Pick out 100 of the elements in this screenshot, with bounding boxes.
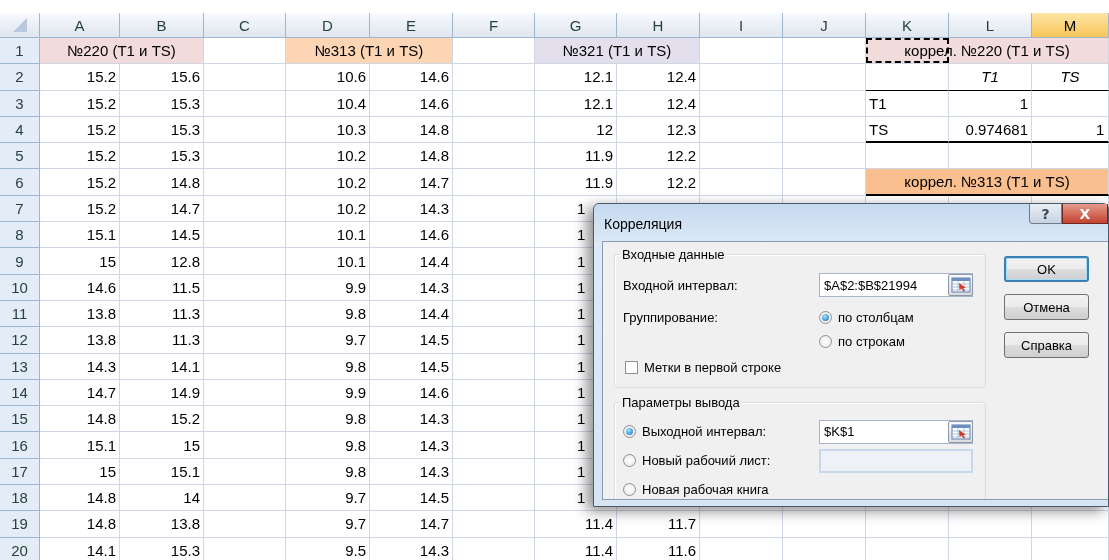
row-header[interactable]: 19: [0, 511, 40, 538]
range-select-button[interactable]: [948, 420, 973, 443]
radio-button[interactable]: [819, 334, 832, 348]
table-cell: 15.1: [170, 462, 200, 480]
table-cell: 15.3: [170, 94, 200, 112]
column-header[interactable]: A: [40, 13, 120, 38]
table-cell: 10.6: [336, 68, 366, 86]
table-cell: 10.4: [336, 94, 366, 112]
table-cell: 1: [577, 462, 586, 480]
help-button[interactable]: ?: [1029, 204, 1062, 224]
table-cell: 14.8: [170, 173, 200, 191]
table-cell: 1: [1096, 120, 1105, 138]
row-header[interactable]: 12: [0, 327, 40, 354]
table-cell: 14.8: [419, 121, 449, 139]
row-header[interactable]: 20: [0, 537, 40, 560]
table-cell: 9.8: [345, 462, 366, 480]
radio-label[interactable]: Выходной интервал:: [642, 424, 767, 439]
table-cell: 14.3: [86, 357, 116, 375]
table-cell: 14.6: [419, 68, 449, 86]
radio-button[interactable]: [623, 454, 636, 467]
table-cell: 11.3: [171, 305, 200, 323]
row-header[interactable]: 6: [0, 169, 40, 196]
table-cell: 14.4: [419, 252, 449, 270]
row-header[interactable]: 17: [0, 458, 40, 486]
merged-heading-cell: №220 (T1 и TS): [67, 42, 176, 60]
table-cell: 10.2: [336, 173, 366, 191]
radio-label[interactable]: по столбцам: [838, 309, 914, 325]
table-cell: 14.3: [419, 436, 449, 454]
row-header[interactable]: 8: [0, 222, 40, 249]
row-header[interactable]: 1: [0, 38, 40, 65]
select-all-icon[interactable]: [12, 18, 27, 32]
table-cell: 9.7: [345, 515, 366, 533]
column-header[interactable]: D: [286, 13, 370, 38]
row-header[interactable]: 3: [0, 90, 40, 117]
table-cell: 11.3: [171, 331, 200, 349]
row-header[interactable]: 15: [0, 406, 40, 433]
radio-button[interactable]: [623, 425, 636, 438]
table-cell: 14.9: [170, 384, 200, 401]
checkbox-label[interactable]: Метки в первой строке: [644, 359, 782, 375]
table-cell: 10.1: [336, 252, 366, 270]
column-header[interactable]: J: [783, 13, 866, 38]
radio-label[interactable]: Новая рабочая книга: [642, 482, 769, 497]
table-cell: 14.5: [419, 357, 449, 375]
row-header[interactable]: 7: [0, 195, 40, 223]
checkbox[interactable]: [625, 360, 638, 374]
input-field[interactable]: $A$2:$B$21994: [819, 273, 973, 297]
column-header[interactable]: G: [535, 13, 617, 38]
table-cell: 15.2: [86, 68, 116, 86]
row-header[interactable]: 9: [0, 248, 40, 275]
row-header[interactable]: 2: [0, 64, 40, 91]
input-field[interactable]: $K$1: [819, 419, 973, 444]
dialog-button[interactable]: Отмена: [1004, 294, 1089, 320]
column-header[interactable]: C: [204, 13, 286, 38]
table-cell: 15.3: [170, 121, 200, 139]
row-header[interactable]: 18: [0, 485, 40, 512]
table-cell: 12.4: [666, 94, 696, 112]
table-cell: 14.3: [419, 410, 449, 428]
table-cell: 14.6: [419, 226, 449, 244]
row-header[interactable]: 16: [0, 432, 40, 459]
table-cell: TS: [869, 120, 889, 138]
table-cell: 14.3: [419, 541, 449, 559]
table-cell: 14.7: [419, 173, 449, 191]
row-header[interactable]: 4: [0, 116, 40, 144]
table-cell: T1: [869, 94, 887, 112]
table-cell: 1: [577, 199, 586, 217]
field-value: $A$2:$B$21994: [824, 277, 918, 293]
row-header[interactable]: 10: [0, 274, 40, 301]
row-header[interactable]: 5: [0, 143, 40, 170]
table-cell: 14.3: [419, 278, 449, 296]
table-cell: 0.974681: [965, 120, 1028, 138]
table-cell: 15.3: [170, 541, 200, 559]
table-cell: 15: [99, 252, 116, 270]
radio-button[interactable]: [819, 310, 832, 324]
table-cell: 15.1: [86, 436, 116, 454]
table-cell: 1: [577, 384, 586, 401]
field-label: Входной интервал:: [623, 277, 739, 293]
table-cell: 12.4: [666, 68, 696, 86]
radio-label[interactable]: Новый рабочий лист:: [642, 453, 771, 468]
column-header[interactable]: M: [1032, 13, 1109, 38]
column-header[interactable]: H: [617, 13, 700, 38]
table-cell: 12: [596, 121, 613, 139]
column-header[interactable]: F: [453, 13, 535, 38]
merged-heading-cell: коррел. №220 (T1 и TS): [904, 42, 1070, 60]
dialog-button[interactable]: OK: [1004, 256, 1089, 282]
column-header[interactable]: E: [370, 13, 453, 38]
table-cell: 15: [183, 436, 200, 454]
table-cell: 10.1: [336, 226, 366, 244]
radio-button[interactable]: [623, 483, 636, 496]
row-header[interactable]: 14: [0, 379, 40, 407]
radio-label[interactable]: по строкам: [838, 333, 905, 349]
table-cell: 14.7: [419, 515, 449, 533]
dialog-button[interactable]: Справка: [1004, 332, 1089, 358]
column-header[interactable]: I: [700, 13, 783, 38]
column-header[interactable]: L: [949, 13, 1032, 38]
row-header[interactable]: 13: [0, 353, 40, 380]
table-cell: 14.1: [170, 357, 200, 375]
row-header[interactable]: 11: [0, 300, 40, 328]
column-header[interactable]: B: [120, 13, 204, 38]
column-header[interactable]: K: [866, 13, 949, 38]
range-select-button[interactable]: [948, 274, 973, 296]
